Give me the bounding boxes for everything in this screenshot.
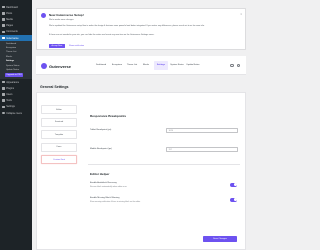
comment-icon (2, 30, 5, 34)
side-tab-custom-font[interactable]: Custom Font (41, 155, 77, 164)
tab-ecosystem[interactable]: Ecosystem (110, 61, 124, 70)
paintbrush-icon (2, 80, 5, 84)
sidebar-item-label: Posts (6, 11, 13, 15)
autoblock-recovery-toggle[interactable] (230, 183, 237, 187)
gutenverse-submenu: Dashboard Ecosystem Theme List Blocks Se… (0, 41, 32, 80)
tab-theme-list[interactable]: Theme List (126, 61, 138, 70)
gutenverse-logo-icon (41, 13, 46, 18)
toggle-label: Enable Autoblock Recovery (90, 182, 117, 184)
tablet-breakpoint-label: Tablet Breakpoint (px) (90, 129, 112, 131)
setup-notice: New Gutenverse Setup! We've made some ch… (36, 8, 246, 50)
plugin-header: Gutenverse Dashboard Ecosystem Theme Lis… (36, 56, 246, 75)
toggle-label: Enable Missing Block Warning (90, 197, 120, 199)
toggle-description: Recover block automatically when editor … (90, 186, 127, 188)
gutenverse-logo-icon (41, 62, 47, 69)
sidebar-item-label: Media (6, 17, 13, 21)
page-title: General Settings (40, 85, 69, 89)
media-icon (2, 18, 5, 21)
sidebar-item-label: Dashboard (6, 5, 18, 9)
settings-side-tabs: Editor Frontend Template Form Custom Fon… (41, 105, 77, 168)
pin-icon (2, 11, 5, 15)
sidebar-item-label: Users (6, 93, 13, 97)
show-notification-link[interactable]: Show notification (69, 44, 84, 48)
missing-block-warning-toggle[interactable] (230, 198, 237, 202)
sidebar-item-label: Pages (6, 24, 13, 28)
header-actions (230, 63, 240, 67)
sidebar-item-label: Plugins (6, 86, 15, 90)
notice-text: If these are not needed in your site, yo… (49, 34, 155, 36)
side-tab-editor[interactable]: Editor (41, 105, 77, 114)
close-icon[interactable]: × (240, 12, 242, 16)
page-icon (2, 24, 5, 27)
help-icon[interactable] (230, 63, 234, 67)
wp-admin-sidebar: Dashboard Posts Media Pages Comments Gut… (0, 0, 32, 250)
side-tab-frontend[interactable]: Frontend (41, 117, 77, 127)
user-icon (2, 93, 5, 96)
side-tab-form[interactable]: Form (41, 142, 77, 152)
sidebar-item-label: Appearance (6, 80, 20, 84)
sidebar-item-label: Settings (6, 105, 15, 109)
notice-text: We've made some changes (49, 19, 74, 21)
responsive-section-title: Responsive Breakpoints (90, 114, 127, 118)
wrench-icon (2, 99, 5, 102)
tab-update-notice[interactable]: Update Notice (186, 61, 200, 70)
mobile-breakpoint-input[interactable]: 767 (166, 147, 238, 152)
tab-settings[interactable]: Settings (154, 61, 168, 70)
collapse-icon (2, 111, 5, 115)
save-changes-button[interactable]: Save Changes (203, 236, 237, 242)
upgrade-pro-button[interactable]: Upgrade to PRO (5, 72, 24, 77)
tab-dashboard[interactable]: Dashboard (94, 61, 108, 70)
sidebar-item-label: Collapse menu (6, 111, 23, 115)
mobile-breakpoint-label: Mobile Breakpoint (px) (90, 148, 112, 150)
brand-name: Gutenverse (49, 63, 72, 69)
submenu-update-notice[interactable]: Update Notice (0, 68, 32, 72)
plugin-icon (2, 87, 5, 90)
sidebar-item-label: Comments (6, 30, 18, 34)
dashboard-icon (2, 5, 5, 9)
sidebar-collapse[interactable]: Collapse menu (0, 110, 32, 116)
settings-icon (2, 105, 5, 109)
tab-system-status[interactable]: System Status (170, 61, 184, 70)
sidebar-item-label: Gutenverse (6, 36, 19, 40)
editor-helper-title: Editor Helper (90, 172, 110, 176)
notification-icon[interactable] (236, 63, 240, 67)
gutenverse-icon (2, 36, 5, 40)
toggle-description: Show warning notification if there is mi… (90, 201, 141, 203)
sidebar-item-label: Tools (6, 99, 12, 103)
tablet-breakpoint-input[interactable]: 1024 (166, 128, 238, 133)
tab-blocks[interactable]: Blocks (140, 61, 152, 70)
notice-title: New Gutenverse Setup! (49, 13, 84, 18)
side-tab-template[interactable]: Template (41, 130, 77, 139)
notice-text: We've updated the Gutenverse setup flow … (49, 24, 205, 27)
accept-notice-button[interactable]: Accept Now (49, 44, 65, 49)
